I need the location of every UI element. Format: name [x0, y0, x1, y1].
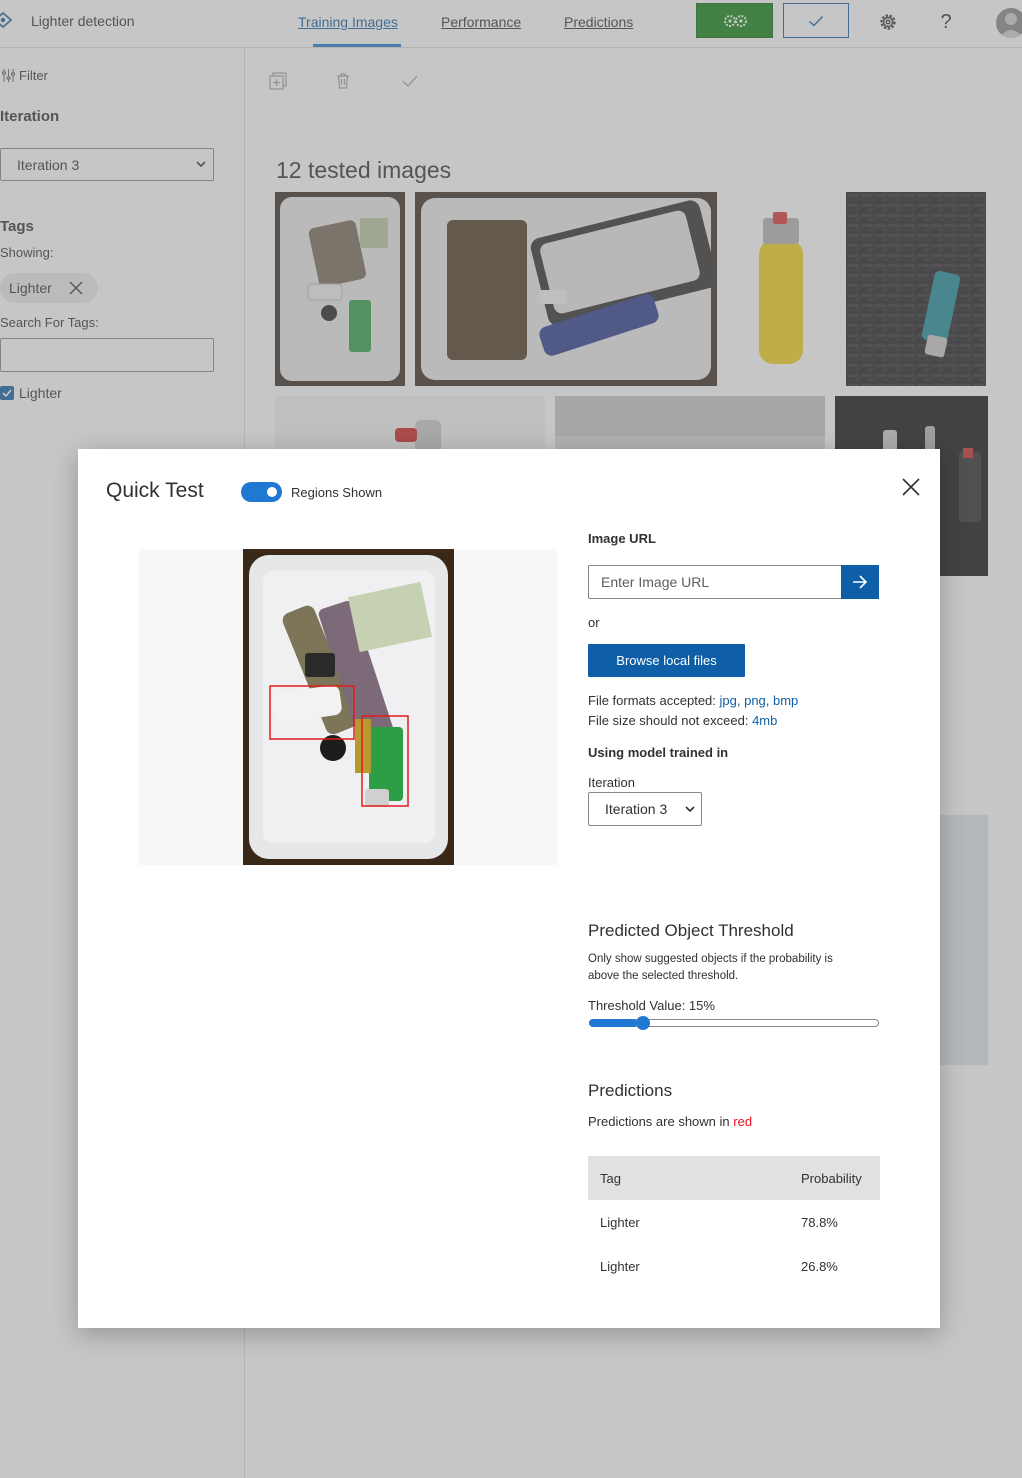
toggle-knob [267, 487, 277, 497]
arrow-right-icon [853, 575, 868, 589]
dialog-iteration-select[interactable]: Iteration 3 [588, 792, 702, 826]
submit-url-button[interactable] [841, 565, 879, 599]
threshold-slider[interactable] [589, 1016, 879, 1030]
predictions-note-prefix: Predictions are shown in [588, 1114, 730, 1129]
predictions-note-color: red [733, 1114, 753, 1129]
table-row: Lighter 78.8% [588, 1200, 880, 1244]
file-formats-text: File formats accepted: jpg, png, bmp [588, 693, 798, 708]
column-header-probability: Probability [801, 1171, 862, 1186]
regions-shown-label: Regions Shown [291, 485, 383, 500]
row-probability: 26.8% [801, 1259, 838, 1274]
predictions-note: Predictions are shown in red [588, 1114, 752, 1129]
quick-test-dialog: Quick Test Regions Shown Image URL Enter… [78, 449, 940, 1328]
predictions-table: Tag Probability Lighter 78.8% Lighter 26… [588, 1156, 880, 1288]
predictions-heading: Predictions [588, 1081, 673, 1100]
model-heading: Using model trained in [588, 745, 729, 760]
slider-thumb[interactable] [636, 1016, 650, 1030]
regions-shown-toggle[interactable] [241, 482, 282, 502]
test-image [243, 549, 454, 865]
dialog-title: Quick Test [106, 479, 204, 502]
table-header: Tag Probability [588, 1156, 880, 1200]
row-tag: Lighter [600, 1215, 640, 1230]
table-row: Lighter 26.8% [588, 1244, 880, 1288]
row-probability: 78.8% [801, 1215, 838, 1230]
image-preview [138, 549, 558, 865]
chevron-down-icon [685, 806, 695, 813]
close-icon[interactable] [900, 476, 922, 498]
row-tag: Lighter [600, 1259, 640, 1274]
file-size-prefix: File size should not exceed: [588, 713, 749, 728]
image-url-label: Image URL [588, 531, 656, 546]
file-size-value: 4mb [752, 713, 778, 728]
dialog-iteration-value: Iteration 3 [605, 801, 668, 817]
threshold-heading: Predicted Object Threshold [588, 921, 794, 940]
file-formats-prefix: File formats accepted: [588, 693, 716, 708]
or-label: or [588, 615, 600, 630]
threshold-description: Only show suggested objects if the proba… [588, 953, 833, 982]
file-formats-value: jpg, png, bmp [719, 693, 799, 708]
image-url-input[interactable]: Enter Image URL [588, 565, 841, 599]
browse-local-files-button[interactable]: Browse local files [588, 644, 745, 677]
column-header-tag: Tag [600, 1171, 621, 1186]
slider-fill [589, 1019, 637, 1027]
file-size-text: File size should not exceed: 4mb [588, 713, 777, 728]
iteration-label: Iteration [588, 775, 635, 790]
threshold-value-label: Threshold Value: 15% [588, 998, 715, 1013]
